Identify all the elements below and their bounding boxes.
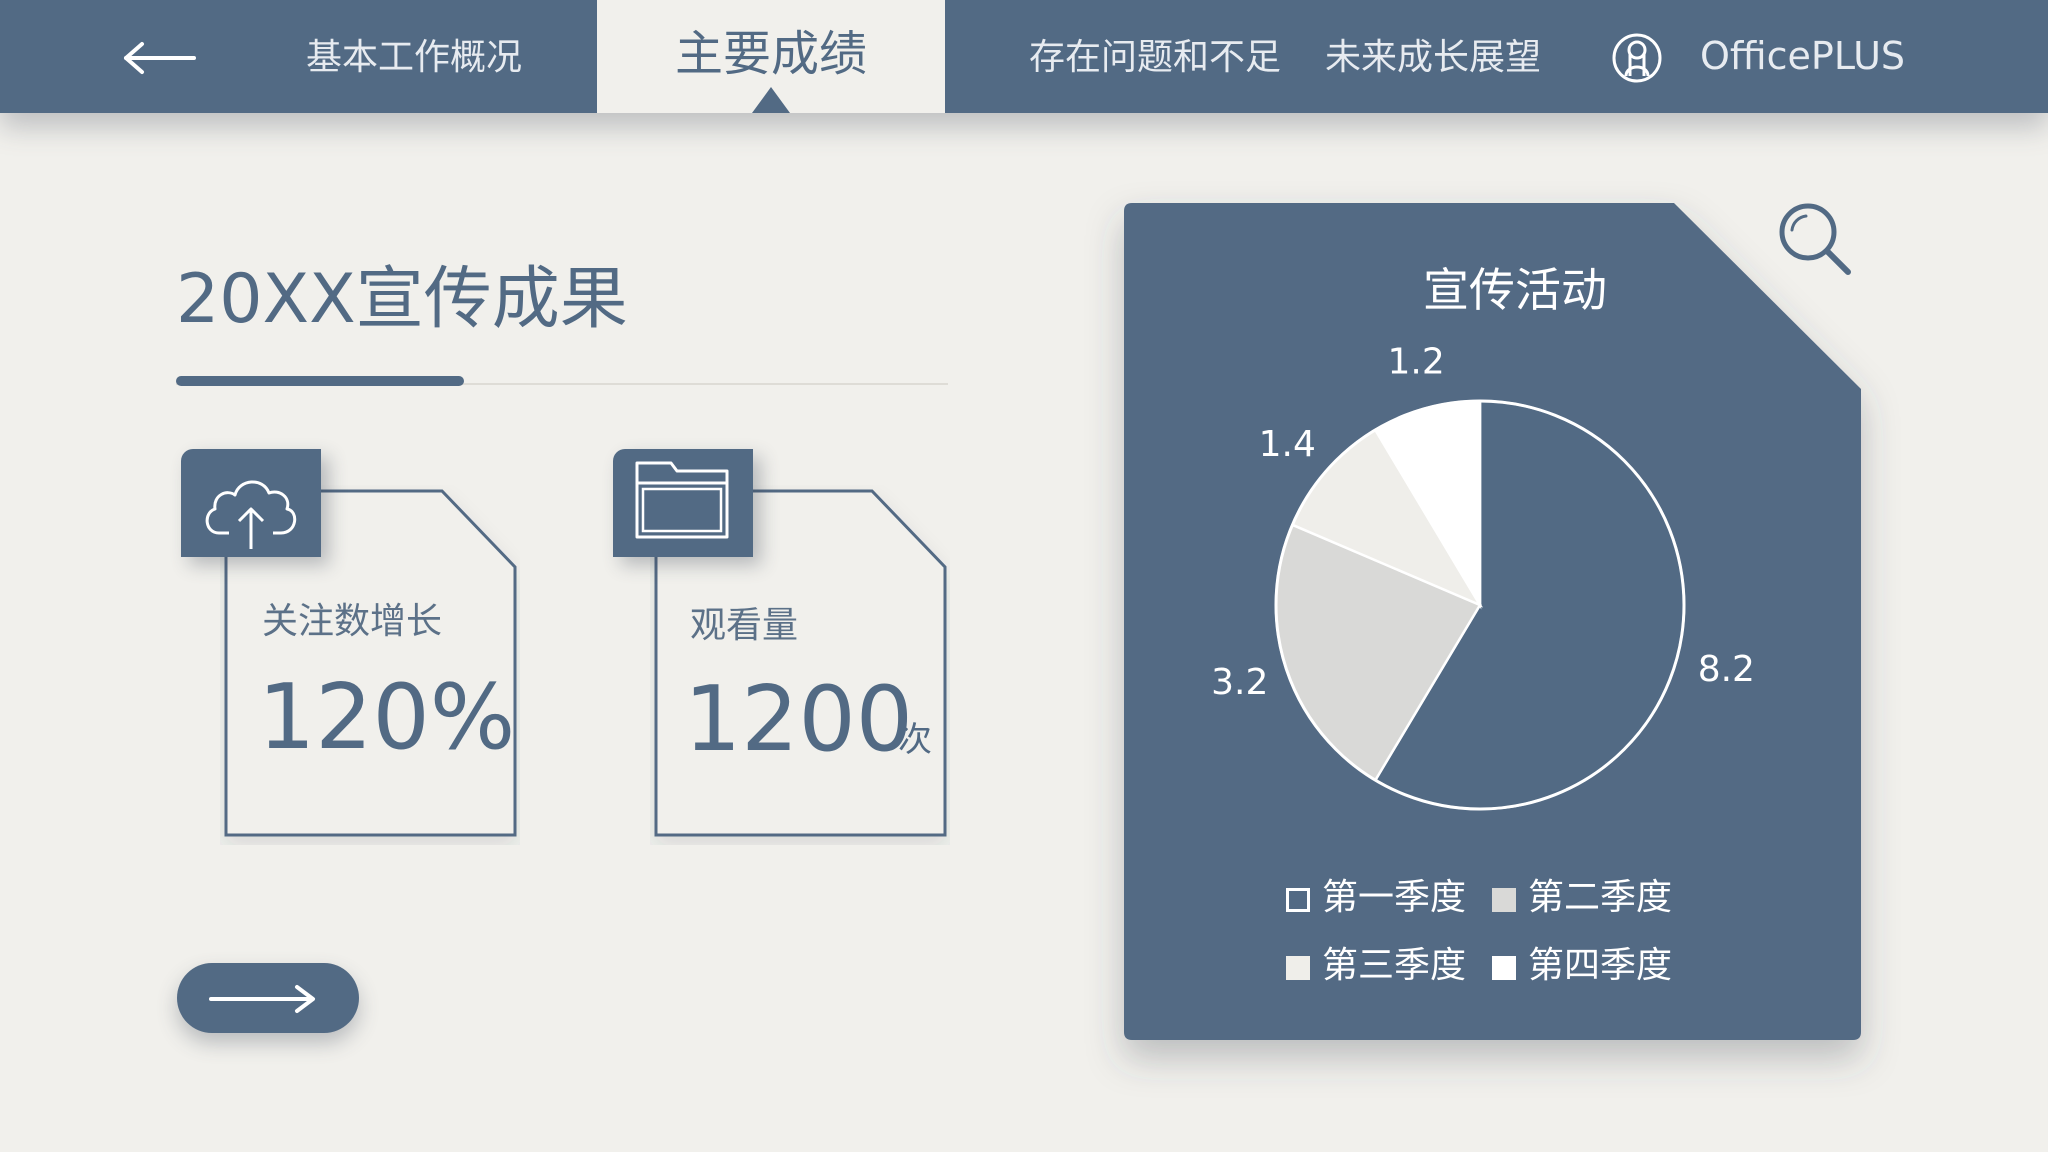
brand-name: OfficePLUS: [1700, 34, 1906, 78]
stat-card-views-value: 1200: [684, 667, 914, 772]
legend-swatch-q2: [1492, 888, 1516, 912]
tab-main-achievements[interactable]: 主要成绩: [597, 0, 945, 113]
legend-item-q1: 第一季度: [1286, 876, 1466, 920]
folder-icon: [635, 461, 729, 539]
legend-swatch-q3: [1286, 956, 1310, 980]
legend-item-q4: 第四季度: [1492, 944, 1672, 988]
legend-label-q3: 第三季度: [1322, 945, 1467, 986]
stat-card-followers-label: 关注数增长: [262, 601, 443, 642]
title-accent-bar: [176, 376, 464, 386]
stat-card-views-unit: 次: [898, 720, 932, 760]
top-nav: 基本工作概况 主要成绩 存在问题和不足 未来成长展望 OfficePLUS: [0, 0, 2048, 113]
stat-card-views-label: 观看量: [690, 605, 799, 646]
pie-label-q1: 8.2: [1698, 649, 1755, 690]
tab-main-achievements-label: 主要成绩: [674, 26, 867, 82]
search-icon[interactable]: [1772, 196, 1856, 280]
pie-label-q4: 1.2: [1388, 342, 1445, 383]
tab-future-outlook[interactable]: 未来成长展望: [1308, 0, 1558, 113]
pie-label-q2: 3.2: [1211, 662, 1268, 703]
pie-label-q3: 1.4: [1259, 424, 1316, 465]
legend-swatch-q4: [1492, 956, 1516, 980]
tab-problems[interactable]: 存在问题和不足: [990, 0, 1320, 113]
legend-swatch-q1: [1286, 888, 1310, 912]
back-arrow-icon[interactable]: [120, 38, 200, 78]
stat-card-followers-value: 120%: [258, 665, 516, 770]
cloud-upload-icon: [205, 480, 297, 549]
legend-label-q4: 第四季度: [1528, 945, 1673, 986]
legend-item-q3: 第三季度: [1286, 944, 1466, 988]
page-title: 20XX宣传成果: [176, 260, 628, 339]
user-icon[interactable]: [1612, 32, 1662, 84]
legend-label-q1: 第一季度: [1322, 877, 1467, 918]
tab-basic-overview[interactable]: 基本工作概况: [282, 0, 546, 113]
next-button[interactable]: [177, 963, 359, 1033]
legend-item-q2: 第二季度: [1492, 876, 1672, 920]
legend-label-q2: 第二季度: [1528, 877, 1673, 918]
stat-card-followers-tab: [181, 449, 321, 557]
stat-card-views-tab: [613, 449, 753, 557]
right-arrow-icon: [209, 985, 315, 1013]
active-tab-pointer: [752, 87, 790, 113]
